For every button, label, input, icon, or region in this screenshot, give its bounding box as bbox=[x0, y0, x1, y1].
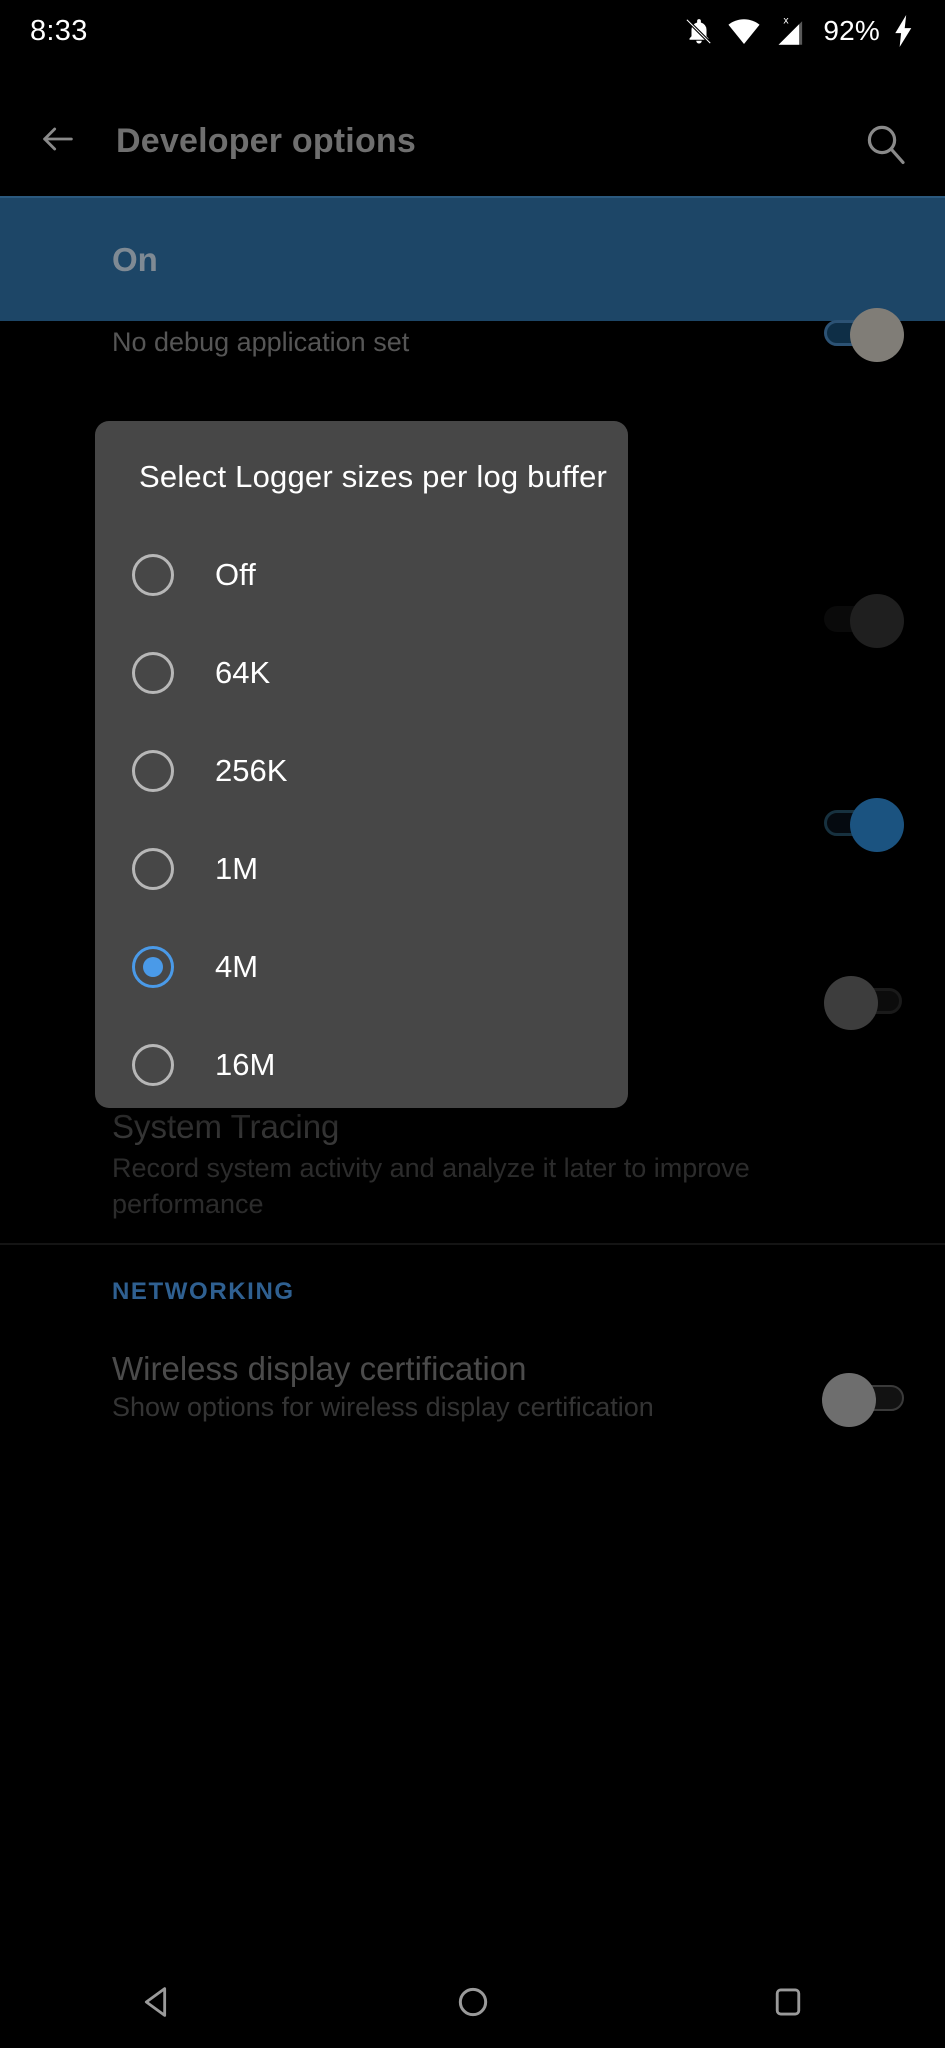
radio-option-label: 16M bbox=[215, 1047, 276, 1082]
nav-back-button[interactable] bbox=[98, 1960, 218, 2048]
radio-button-selected[interactable] bbox=[132, 946, 174, 988]
section-divider bbox=[0, 1243, 945, 1245]
logger-buffer-size-dialog: Select Logger sizes per log buffer Off 64… bbox=[95, 421, 628, 1108]
toggle-thumb bbox=[850, 594, 904, 648]
app-bar: Developer options bbox=[0, 90, 945, 192]
radio-button[interactable] bbox=[132, 1044, 174, 1086]
notifications-off-icon bbox=[684, 15, 714, 47]
toggle-thumb bbox=[824, 976, 878, 1030]
nav-recents-button[interactable] bbox=[728, 1960, 848, 2048]
radio-option-off[interactable]: Off bbox=[95, 526, 628, 624]
radio-option-64k[interactable]: 64K bbox=[95, 624, 628, 722]
navigation-bar bbox=[0, 1960, 945, 2048]
radio-option-label: Off bbox=[215, 557, 256, 592]
svg-text:x: x bbox=[784, 16, 790, 27]
radio-button[interactable] bbox=[132, 848, 174, 890]
radio-option-label: 256K bbox=[215, 753, 288, 788]
wireless-display-title: Wireless display certification bbox=[112, 1350, 527, 1387]
nav-recents-icon bbox=[769, 1983, 807, 2026]
debug-app-subtitle: No debug application set bbox=[112, 327, 410, 357]
toggle-thumb bbox=[850, 308, 904, 362]
background-toggle-1[interactable] bbox=[820, 586, 910, 650]
nav-home-icon bbox=[453, 1982, 493, 2027]
on-banner-label: On bbox=[112, 240, 158, 278]
dialog-title: Select Logger sizes per log buffer bbox=[139, 459, 608, 494]
nav-back-icon bbox=[138, 1982, 178, 2027]
status-clock: 8:33 bbox=[30, 14, 88, 47]
developer-options-master-toggle[interactable] bbox=[820, 300, 910, 364]
toggle-thumb bbox=[850, 798, 904, 852]
search-button[interactable] bbox=[855, 116, 915, 176]
radio-option-256k[interactable]: 256K bbox=[95, 722, 628, 820]
arrow-back-icon bbox=[35, 119, 81, 164]
networking-section-header: NETWORKING bbox=[112, 1278, 295, 1305]
radio-group: Off 64K 256K 1M 4M 16M bbox=[95, 526, 628, 1114]
radio-option-4m[interactable]: 4M bbox=[95, 918, 628, 1016]
developer-options-master-banner[interactable]: On bbox=[0, 196, 945, 321]
status-icons: x 92% bbox=[684, 14, 915, 48]
phone-screen: 8:33 x 92% Developer options On No debug… bbox=[0, 0, 945, 2048]
wifi-icon bbox=[727, 16, 761, 46]
radio-button[interactable] bbox=[132, 750, 174, 792]
background-toggle-2[interactable] bbox=[820, 790, 910, 854]
signal-no-sim-icon: x bbox=[774, 14, 808, 48]
status-bar: 8:33 x 92% bbox=[0, 0, 945, 62]
back-button[interactable] bbox=[8, 91, 108, 191]
page-title: Developer options bbox=[116, 121, 417, 160]
battery-charging-icon bbox=[893, 15, 915, 47]
battery-percent: 92% bbox=[823, 15, 880, 46]
toggle-thumb bbox=[822, 1373, 876, 1427]
nav-home-button[interactable] bbox=[413, 1960, 533, 2048]
radio-option-16m[interactable]: 16M bbox=[95, 1016, 628, 1114]
radio-option-label: 4M bbox=[215, 949, 259, 984]
radio-button[interactable] bbox=[132, 652, 174, 694]
radio-option-1m[interactable]: 1M bbox=[95, 820, 628, 918]
background-toggle-3[interactable] bbox=[820, 968, 910, 1032]
search-icon bbox=[861, 120, 909, 173]
system-tracing-subtitle: Record system activity and analyze it la… bbox=[112, 1153, 750, 1219]
radio-button[interactable] bbox=[132, 554, 174, 596]
wireless-display-subtitle: Show options for wireless display certif… bbox=[112, 1392, 654, 1422]
radio-option-label: 1M bbox=[215, 851, 259, 886]
wireless-display-toggle[interactable] bbox=[820, 1365, 910, 1429]
radio-option-label: 64K bbox=[215, 655, 271, 690]
